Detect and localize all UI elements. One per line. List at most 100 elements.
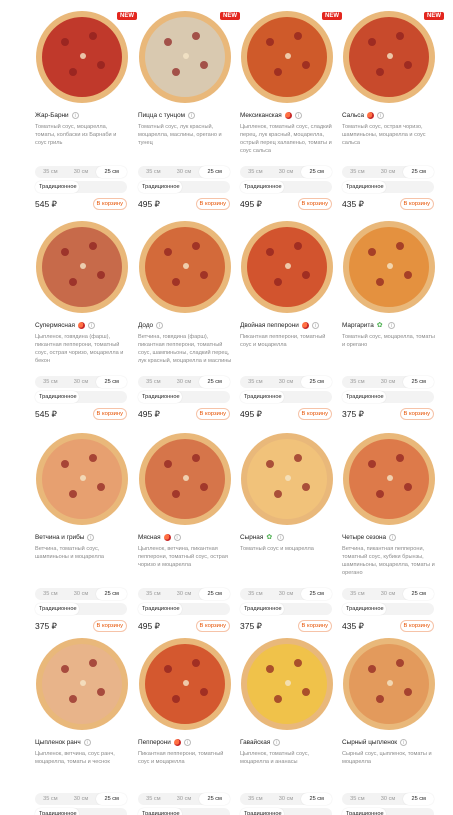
size-selector[interactable]: 35 см 30 см 25 см: [240, 376, 333, 388]
pizza-card[interactable]: Двойная пепперони i Пикантная пепперони,…: [240, 220, 334, 420]
size-25[interactable]: 25 см: [403, 166, 435, 178]
size-selector[interactable]: 35 см 30 см 25 см: [240, 166, 333, 178]
pizza-card[interactable]: Додо i Ветчина, говядина (фарш), пикантн…: [138, 220, 232, 420]
size-35[interactable]: 35 см: [240, 793, 271, 805]
size-25[interactable]: 25 см: [403, 588, 435, 600]
add-to-cart-button[interactable]: В корзину: [399, 408, 434, 420]
size-30[interactable]: 30 см: [169, 588, 200, 600]
info-icon[interactable]: i: [400, 739, 408, 746]
info-icon[interactable]: i: [311, 322, 319, 329]
size-selector[interactable]: 35 см 30 см 25 см: [35, 166, 128, 178]
info-icon[interactable]: i: [71, 112, 79, 119]
size-selector[interactable]: 35 см 30 см 25 см: [342, 588, 435, 600]
size-selector[interactable]: 35 см 30 см 25 см: [342, 166, 435, 178]
size-35[interactable]: 35 см: [35, 588, 66, 600]
info-icon[interactable]: i: [294, 112, 302, 119]
pizza-card[interactable]: Маргарита ✿ i Томатный соус, моцарелла, …: [342, 220, 436, 420]
pizza-card[interactable]: NEW Жар-Барни i Томатный соус, моцарелла…: [35, 10, 137, 210]
pizza-card[interactable]: Сырный цыпленок i Сырный соус, цыпленок,…: [342, 637, 436, 815]
add-to-cart-button[interactable]: В корзину: [399, 620, 434, 632]
dough-traditional[interactable]: Традиционное: [342, 391, 386, 403]
pizza-image[interactable]: [342, 637, 436, 731]
size-35[interactable]: 35 см: [35, 793, 66, 805]
dough-traditional[interactable]: Традиционное: [342, 808, 386, 815]
size-35[interactable]: 35 см: [138, 376, 169, 388]
size-25[interactable]: 25 см: [199, 166, 231, 178]
size-30[interactable]: 30 см: [373, 793, 404, 805]
info-icon[interactable]: i: [173, 534, 181, 541]
pizza-image[interactable]: NEW: [138, 10, 240, 104]
size-25[interactable]: 25 см: [96, 793, 128, 805]
size-selector[interactable]: 35 см 30 см 25 см: [342, 376, 435, 388]
size-30[interactable]: 30 см: [66, 166, 97, 178]
dough-selector[interactable]: Традиционное: [138, 181, 230, 193]
size-selector[interactable]: 35 см 30 см 25 см: [138, 588, 231, 600]
size-35[interactable]: 35 см: [35, 166, 66, 178]
add-to-cart-button[interactable]: В корзину: [399, 198, 434, 210]
size-35[interactable]: 35 см: [35, 376, 66, 388]
dough-selector[interactable]: Традиционное: [342, 181, 434, 193]
add-to-cart-button[interactable]: В корзину: [297, 620, 332, 632]
dough-selector[interactable]: Традиционное: [240, 391, 332, 403]
size-30[interactable]: 30 см: [66, 376, 97, 388]
size-30[interactable]: 30 см: [271, 793, 302, 805]
info-icon[interactable]: i: [83, 739, 91, 746]
info-icon[interactable]: i: [273, 739, 281, 746]
add-to-cart-button[interactable]: В корзину: [195, 620, 230, 632]
dough-traditional[interactable]: Традиционное: [35, 391, 79, 403]
size-25[interactable]: 25 см: [403, 376, 435, 388]
dough-traditional[interactable]: Традиционное: [35, 808, 79, 815]
pizza-image[interactable]: [240, 432, 334, 526]
size-25[interactable]: 25 см: [403, 793, 435, 805]
size-25[interactable]: 25 см: [96, 588, 128, 600]
info-icon[interactable]: i: [377, 112, 385, 119]
dough-traditional[interactable]: Традиционное: [240, 603, 284, 615]
info-icon[interactable]: i: [87, 534, 95, 541]
size-35[interactable]: 35 см: [240, 588, 271, 600]
add-to-cart-button[interactable]: В корзину: [195, 198, 230, 210]
pizza-card[interactable]: NEW Сальса i Томатный соус, острая чориз…: [342, 10, 444, 210]
pizza-image[interactable]: [138, 637, 232, 731]
dough-traditional[interactable]: Традиционное: [240, 181, 284, 193]
pizza-card[interactable]: Ветчина и грибы i Ветчина, томатный соус…: [35, 432, 129, 632]
info-icon[interactable]: i: [156, 322, 164, 329]
size-30[interactable]: 30 см: [271, 166, 302, 178]
pizza-card[interactable]: Четыре сезона i Ветчина, пикантная пеппе…: [342, 432, 436, 632]
pizza-image[interactable]: [240, 220, 334, 314]
pizza-image[interactable]: NEW: [240, 10, 342, 104]
size-selector[interactable]: 35 см 30 см 25 см: [240, 793, 333, 805]
size-selector[interactable]: 35 см 30 см 25 см: [342, 793, 435, 805]
add-to-cart-button[interactable]: В корзину: [297, 408, 332, 420]
dough-selector[interactable]: Традиционное: [138, 391, 230, 403]
size-selector[interactable]: 35 см 30 см 25 см: [35, 588, 128, 600]
info-icon[interactable]: i: [188, 112, 196, 119]
dough-selector[interactable]: Традиционное: [138, 603, 230, 615]
size-35[interactable]: 35 см: [240, 166, 271, 178]
dough-selector[interactable]: Традиционное: [342, 603, 434, 615]
dough-selector[interactable]: Традиционное: [35, 181, 127, 193]
dough-selector[interactable]: Традиционное: [240, 808, 332, 815]
size-30[interactable]: 30 см: [169, 376, 200, 388]
info-icon[interactable]: i: [183, 739, 191, 746]
size-35[interactable]: 35 см: [138, 588, 169, 600]
dough-selector[interactable]: Традиционное: [240, 603, 332, 615]
pizza-card[interactable]: Пепперони i Пикантная пепперони, томатны…: [138, 637, 232, 815]
size-25[interactable]: 25 см: [199, 588, 231, 600]
dough-traditional[interactable]: Традиционное: [138, 181, 182, 193]
size-25[interactable]: 25 см: [199, 793, 231, 805]
size-35[interactable]: 35 см: [342, 588, 373, 600]
pizza-image[interactable]: NEW: [35, 10, 137, 104]
info-icon[interactable]: i: [389, 534, 397, 541]
dough-selector[interactable]: Традиционное: [138, 808, 230, 815]
dough-traditional[interactable]: Традиционное: [35, 181, 79, 193]
pizza-card[interactable]: NEW Мексиканская i Цыпленок, томатный со…: [240, 10, 342, 210]
dough-traditional[interactable]: Традиционное: [35, 603, 79, 615]
pizza-image[interactable]: [240, 637, 334, 731]
size-30[interactable]: 30 см: [373, 166, 404, 178]
dough-selector[interactable]: Традиционное: [342, 391, 434, 403]
pizza-card[interactable]: Супермясная i Цыпленок, говядина (фарш),…: [35, 220, 129, 420]
size-30[interactable]: 30 см: [271, 376, 302, 388]
size-30[interactable]: 30 см: [66, 588, 97, 600]
add-to-cart-button[interactable]: В корзину: [92, 408, 127, 420]
size-selector[interactable]: 35 см 30 см 25 см: [138, 376, 231, 388]
